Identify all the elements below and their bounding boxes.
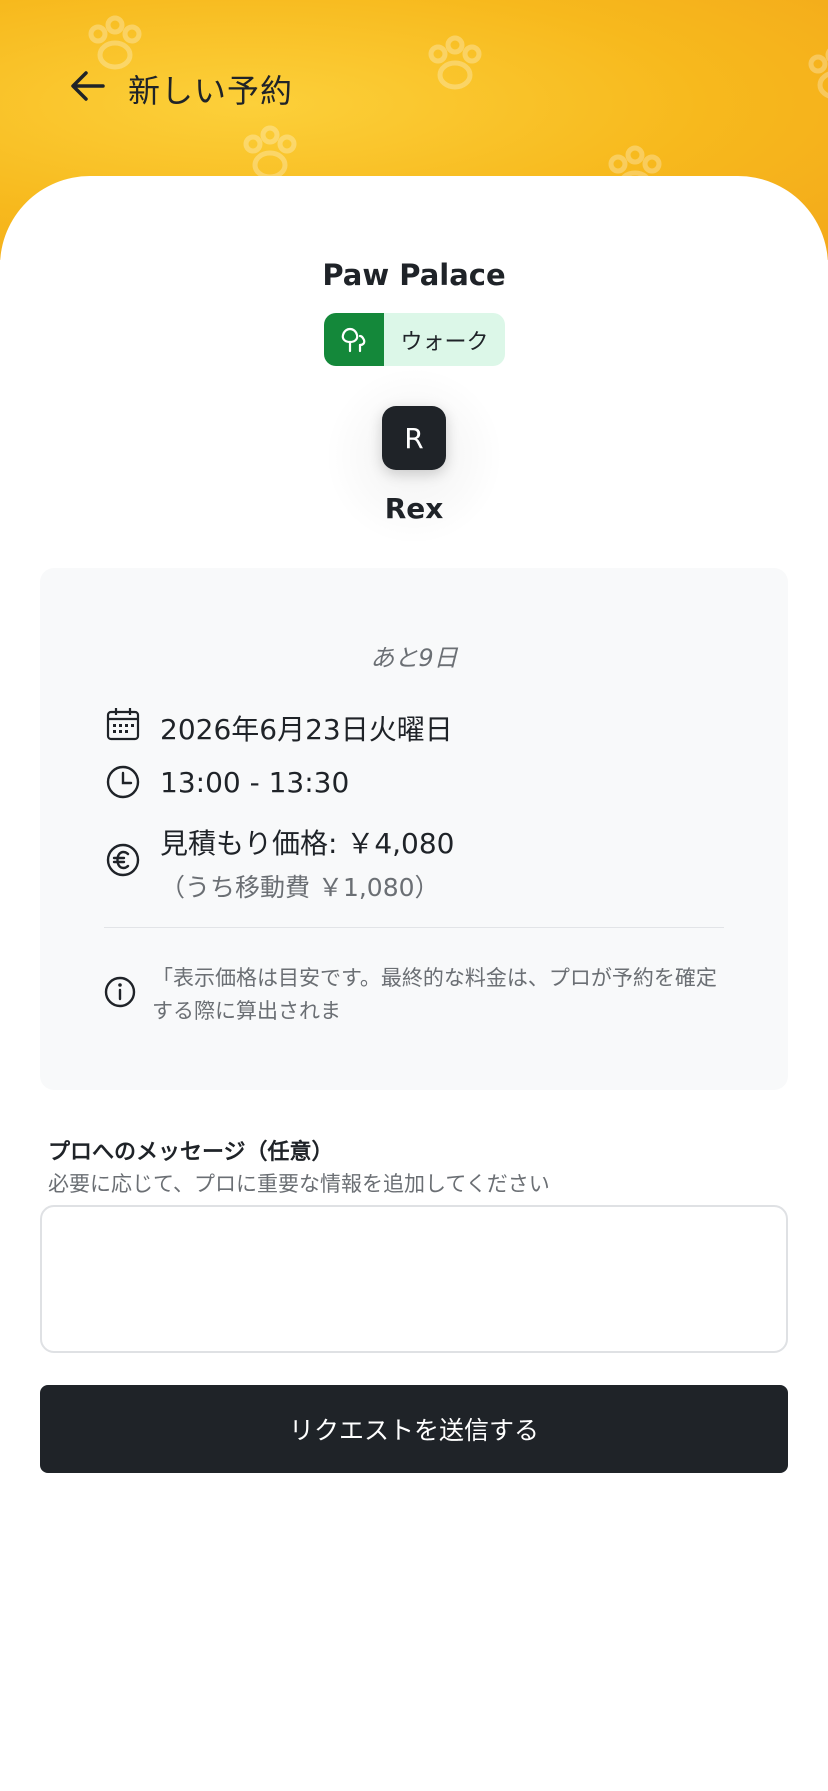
pet-name: Rex	[384, 492, 444, 525]
booking-time: 13:00 - 13:30	[160, 766, 350, 799]
calendar-icon	[106, 708, 140, 741]
message-label: プロへのメッセージ（任意）	[48, 1140, 334, 1165]
clock-icon	[106, 765, 140, 799]
back-button[interactable]	[64, 62, 112, 110]
message-help: 必要に応じて、プロに重要な情報を追加してください	[48, 1172, 550, 1196]
travel-fee: （うち移動費 ￥1,080）	[160, 873, 440, 902]
price-note: 「表示価格は目安です。最終的な料金は、プロが予約を確定する際に算出されま	[152, 966, 717, 1023]
service-badge-icon-box	[324, 313, 384, 366]
euro-icon	[106, 843, 140, 877]
info-icon	[104, 976, 136, 1008]
message-input[interactable]	[40, 1205, 788, 1353]
service-label: ウォーク	[400, 329, 489, 355]
page-title: 新しい予約	[128, 72, 294, 110]
submit-request-button[interactable]: リクエストを送信する	[40, 1385, 788, 1473]
booking-date: 2026年6月23日火曜日	[160, 713, 453, 746]
service-badge: ウォーク	[324, 313, 505, 366]
paw-decoration-icon	[428, 35, 482, 90]
estimated-price: 見積もり価格: ￥4,080	[160, 827, 455, 860]
pet-avatar: R	[382, 406, 446, 470]
provider-name: Paw Palace	[322, 258, 506, 292]
days-left: あと9日	[370, 644, 458, 672]
card-divider	[104, 927, 724, 928]
arrow-left-icon	[71, 71, 105, 101]
tree-icon	[341, 327, 366, 352]
paw-decoration-icon	[808, 48, 828, 99]
